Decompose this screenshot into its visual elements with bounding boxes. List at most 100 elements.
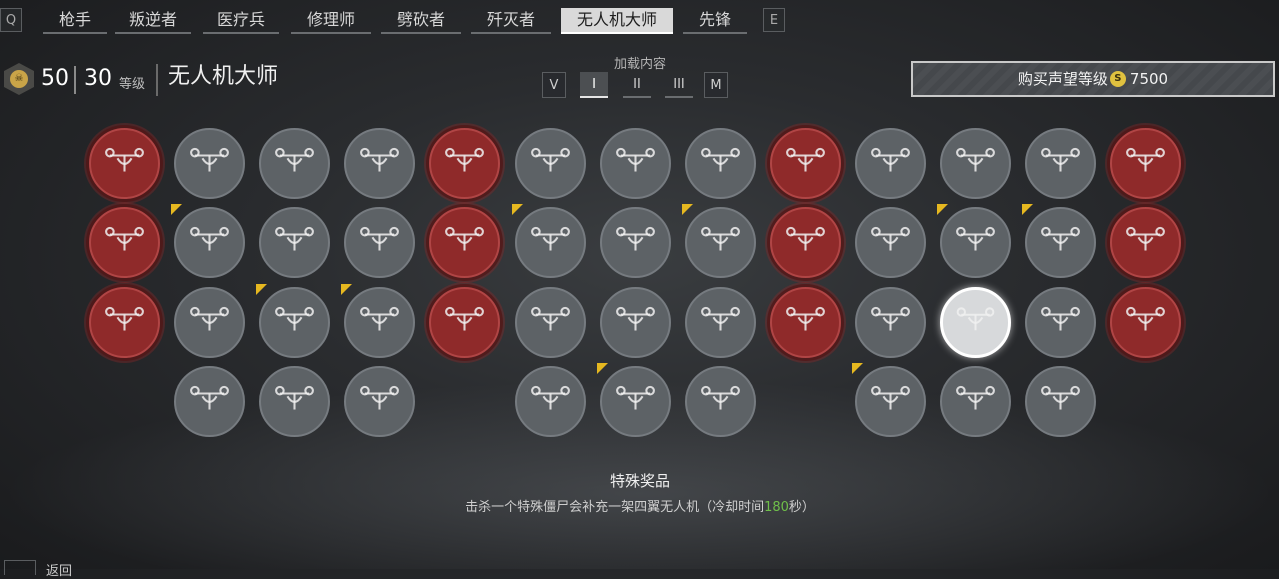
tab-drone-master[interactable]: 无人机大师 (561, 8, 673, 34)
perk-slot-r2-c2[interactable] (174, 207, 246, 279)
perk-slot-r4-c11[interactable] (940, 365, 1011, 437)
tab-renegade[interactable]: 叛逆者 (115, 8, 191, 34)
perk-slot-r3-c7[interactable] (599, 286, 671, 358)
perk-info-description: 击杀一个特殊僵尸会补充一架四翼无人机（冷却时间180秒） (340, 496, 940, 515)
perk-slot-r2-c3[interactable] (259, 207, 331, 279)
perk-slot-r1-c6[interactable] (514, 128, 586, 199)
perk-slot-r2-c13[interactable] (1110, 207, 1182, 279)
tab-vanguard[interactable]: 先锋 (683, 8, 747, 34)
drone-perk-icon (615, 227, 655, 251)
perk-slot-r1-c3[interactable] (259, 128, 331, 199)
drone-perk-icon (1041, 306, 1081, 331)
perk-slot-r2-c4[interactable] (344, 207, 416, 279)
new-perk-marker (937, 204, 948, 216)
perk-slot-r2-c1[interactable] (89, 207, 160, 279)
perk-slot-r4-c4[interactable] (344, 365, 416, 437)
perk-slot-r1-c10[interactable] (854, 128, 926, 199)
drone-perk-icon (190, 227, 230, 251)
drone-perk-icon (1041, 227, 1081, 251)
drone-perk-icon (275, 147, 315, 172)
perk-slot-r1-c4[interactable] (344, 128, 416, 199)
perk-slot-r3-c11[interactable] (940, 286, 1011, 358)
skull-badge-icon: ☠ (10, 70, 28, 88)
perk-slot-r2-c12[interactable] (1025, 207, 1097, 279)
drone-perk-icon (870, 147, 910, 172)
loadout-option-1[interactable]: I (580, 72, 608, 98)
perk-slot-r4-c3[interactable] (259, 365, 331, 437)
tab-slasher[interactable]: 劈砍者 (381, 8, 461, 34)
perk-slot-r1-c1[interactable] (89, 128, 160, 199)
perk-slot-r1-c5[interactable] (429, 128, 501, 199)
buy-prestige-button[interactable]: 购买声望等级 S 7500 (911, 61, 1275, 97)
perk-slot-r3-c13[interactable] (1110, 286, 1182, 358)
drone-perk-icon (360, 147, 400, 172)
next-tab-key[interactable]: E (763, 8, 785, 32)
drone-perk-icon (190, 147, 230, 172)
drone-perk-icon (1126, 147, 1166, 172)
perk-slot-r2-c5[interactable] (429, 207, 501, 279)
perk-slot-r1-c11[interactable] (940, 128, 1011, 199)
perk-slot-r3-c1[interactable] (89, 286, 160, 358)
drone-perk-icon (360, 385, 400, 410)
perk-slot-r3-c9[interactable] (769, 286, 841, 358)
drone-perk-icon (956, 306, 995, 330)
perk-slot-r4-c2[interactable] (174, 365, 246, 437)
perk-slot-r3-c8[interactable] (684, 286, 756, 358)
tab-exterminator[interactable]: 歼灭者 (471, 8, 551, 34)
perk-slot-r4-c6[interactable] (514, 365, 586, 437)
level-label: 等级 (119, 77, 146, 92)
perk-slot-r1-c12[interactable] (1025, 128, 1097, 199)
perk-slot-r4-c10[interactable] (854, 365, 926, 437)
perk-slot-r3-c4[interactable] (344, 286, 416, 358)
new-perk-marker (511, 204, 523, 216)
perk-slot-r1-c2[interactable] (174, 128, 246, 199)
drone-perk-icon (1126, 227, 1166, 251)
drone-perk-icon (615, 385, 655, 410)
perk-slot-r1-c8[interactable] (684, 128, 756, 199)
perk-desc-text: 击杀一个特殊僵尸会补充一架四翼无人机（冷却时间 (465, 500, 765, 515)
tab-medic[interactable]: 医疗兵 (203, 8, 279, 34)
perk-slot-r4-c12[interactable] (1025, 365, 1097, 437)
perk-slot-r4-c8[interactable] (684, 365, 756, 437)
loadout-option-2[interactable]: II (623, 72, 651, 98)
prev-tab-key[interactable]: Q (0, 8, 22, 32)
drone-perk-icon (360, 227, 400, 251)
perk-slot-r3-c12[interactable] (1025, 286, 1097, 358)
drone-perk-icon (785, 147, 825, 172)
perk-slot-r1-c13[interactable] (1110, 128, 1182, 199)
perk-slot-r3-c2[interactable] (174, 286, 246, 358)
class-tab-bar: Q 枪手 叛逆者 医疗兵 修理师 劈砍者 歼灭者 无人机大师 先锋 E (0, 8, 1279, 34)
perk-slot-r2-c8[interactable] (684, 207, 756, 279)
perk-slot-r3-c5[interactable] (429, 286, 501, 358)
drone-perk-icon (530, 147, 570, 172)
class-level: 30 (84, 66, 112, 91)
perk-info-title: 特殊奖品 (609, 472, 670, 490)
perk-slot-r1-c9[interactable] (769, 128, 841, 199)
perk-slot-r2-c6[interactable] (514, 207, 586, 279)
perk-slot-r2-c10[interactable] (854, 207, 926, 279)
perk-slot-r3-c3[interactable] (259, 286, 331, 358)
perk-slot-r1-c7[interactable] (599, 128, 671, 199)
perk-slot-r2-c7[interactable] (599, 207, 671, 279)
back-button[interactable]: 返回 (46, 560, 72, 579)
drone-perk-icon (870, 385, 910, 410)
loadout-option-3[interactable]: III (665, 72, 693, 98)
perk-slot-r2-c11[interactable] (940, 207, 1011, 279)
tab-gunner[interactable]: 枪手 (43, 8, 107, 34)
perk-slot-r4-c7[interactable] (599, 365, 671, 437)
tab-fixer[interactable]: 修理师 (291, 8, 371, 34)
loadout-next-key[interactable]: M (704, 72, 728, 98)
back-key[interactable] (4, 560, 36, 575)
new-perk-marker (256, 283, 268, 295)
new-perk-marker (171, 204, 183, 216)
perk-slot-r3-c10[interactable] (854, 286, 926, 358)
perk-slot-r3-c6[interactable] (514, 286, 586, 358)
loadout-prev-key[interactable]: V (542, 72, 566, 98)
prestige-level: 50 (41, 66, 69, 91)
drone-perk-icon (700, 147, 740, 172)
drone-perk-icon (445, 227, 485, 251)
drone-perk-icon (615, 306, 655, 331)
new-perk-marker (596, 362, 608, 374)
perk-slot-r2-c9[interactable] (769, 207, 841, 279)
drone-perk-icon (105, 306, 144, 331)
